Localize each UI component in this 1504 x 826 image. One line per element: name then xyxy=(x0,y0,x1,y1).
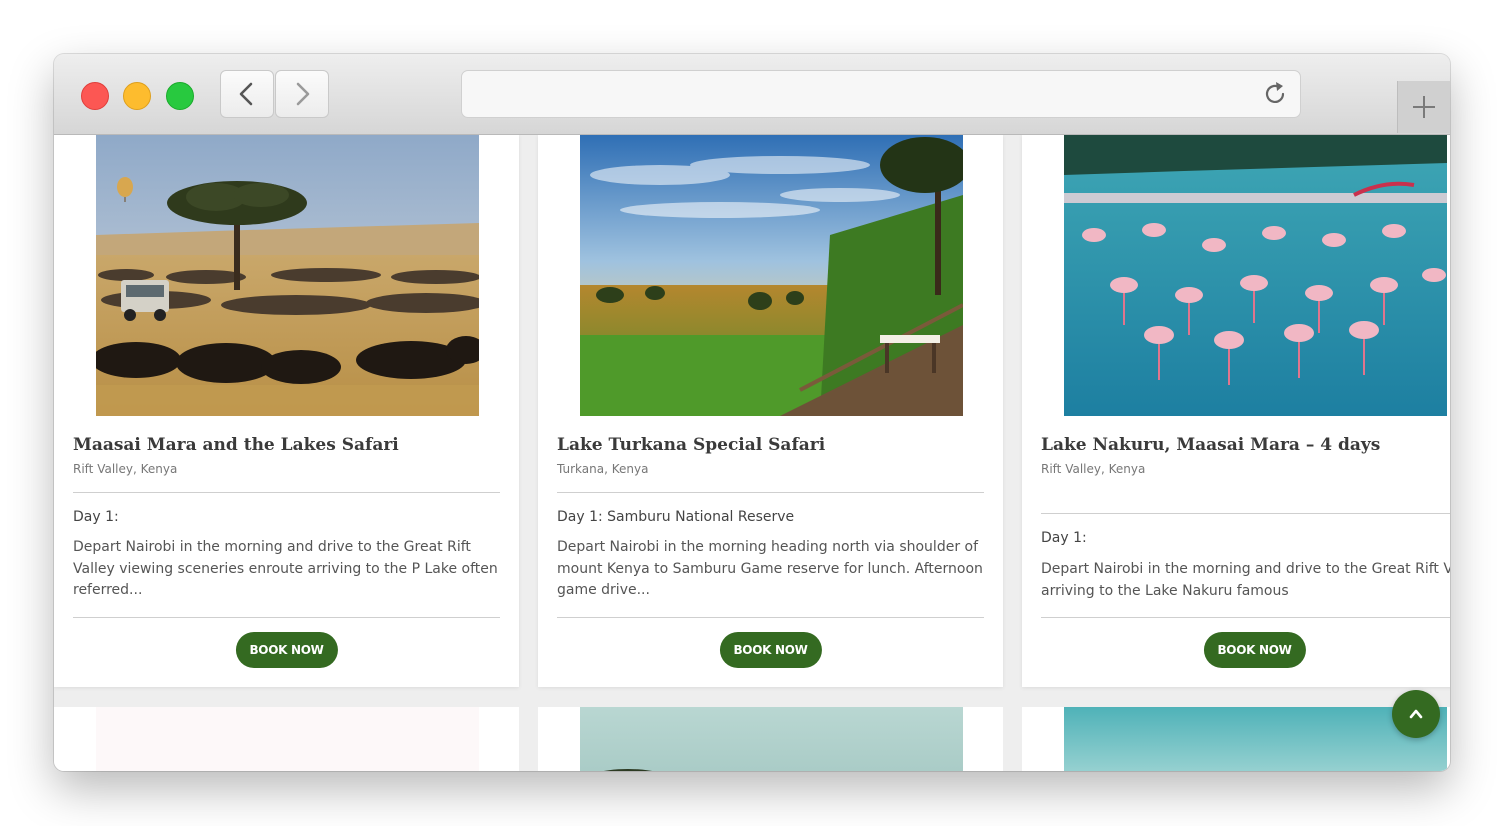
flamingo-photo xyxy=(1064,135,1447,416)
chevron-right-icon xyxy=(296,82,310,106)
tour-location: Rift Valley, Kenya xyxy=(1041,462,1146,476)
tour-day-label: Day 1: Samburu National Reserve xyxy=(557,509,795,525)
tour-card: Maasai Mara and the Lakes Safari Rift Va… xyxy=(54,135,519,687)
tour-title[interactable]: Lake Turkana Special Safari xyxy=(557,435,825,455)
reload-icon[interactable] xyxy=(1262,81,1288,107)
tour-photo-maasai-mara[interactable] xyxy=(96,135,479,416)
divider xyxy=(557,617,984,618)
scroll-to-top-button[interactable] xyxy=(1392,690,1440,738)
browser-window: Maasai Mara and the Lakes Safari Rift Va… xyxy=(54,54,1450,771)
savanna-photo xyxy=(96,135,479,416)
tour-photo-next[interactable] xyxy=(1064,707,1447,771)
tour-location: Turkana, Kenya xyxy=(557,462,649,476)
tour-card: Lake Turkana Special Safari Turkana, Ken… xyxy=(538,135,1003,687)
tour-description: Depart Nairobi in the morning and drive … xyxy=(73,539,498,598)
maximize-window-button[interactable] xyxy=(166,82,194,110)
tour-day-label: Day 1: xyxy=(73,509,119,525)
chevron-up-icon xyxy=(1409,709,1423,719)
tour-card-next xyxy=(1022,707,1450,771)
browser-toolbar xyxy=(54,54,1450,135)
new-tab-button[interactable] xyxy=(1397,81,1450,133)
tour-title[interactable]: Lake Nakuru, Maasai Mara – 4 days xyxy=(1041,435,1380,455)
tour-title[interactable]: Maasai Mara and the Lakes Safari xyxy=(73,435,399,455)
tour-photo-lake-nakuru[interactable] xyxy=(1064,135,1447,416)
sunset-deck-photo xyxy=(580,135,963,416)
forward-button[interactable] xyxy=(275,70,329,118)
book-now-button[interactable]: BOOK NOW xyxy=(719,632,822,668)
close-window-button[interactable] xyxy=(81,82,109,110)
book-now-button[interactable]: BOOK NOW xyxy=(1203,632,1306,668)
tour-photo-lake-turkana[interactable] xyxy=(580,135,963,416)
tour-photo-next[interactable] xyxy=(96,707,479,771)
tour-card-next xyxy=(538,707,1003,771)
plus-icon xyxy=(1413,96,1435,118)
divider xyxy=(73,492,500,493)
tour-card: Lake Nakuru, Maasai Mara – 4 days Rift V… xyxy=(1022,135,1450,687)
tour-description: Depart Nairobi in the morning and drive … xyxy=(1041,559,1450,602)
divider xyxy=(1041,513,1450,514)
tour-card-next xyxy=(54,707,519,771)
tour-description-text: Depart Nairobi in the morning and drive … xyxy=(1041,561,1450,599)
divider xyxy=(73,617,500,618)
page-content[interactable]: Maasai Mara and the Lakes Safari Rift Va… xyxy=(54,135,1450,771)
chevron-left-icon xyxy=(239,82,253,106)
minimize-window-button[interactable] xyxy=(123,82,151,110)
tour-day-label: Day 1: xyxy=(1041,530,1087,546)
tour-photo-next[interactable] xyxy=(580,707,963,771)
tour-location: Rift Valley, Kenya xyxy=(73,462,178,476)
book-now-button[interactable]: BOOK NOW xyxy=(235,632,338,668)
divider xyxy=(1041,617,1450,618)
divider xyxy=(557,492,984,493)
tree-silhouette xyxy=(603,769,653,771)
tour-description: Depart Nairobi in the morning heading no… xyxy=(557,539,983,598)
address-bar[interactable] xyxy=(461,70,1301,118)
back-button[interactable] xyxy=(220,70,274,118)
